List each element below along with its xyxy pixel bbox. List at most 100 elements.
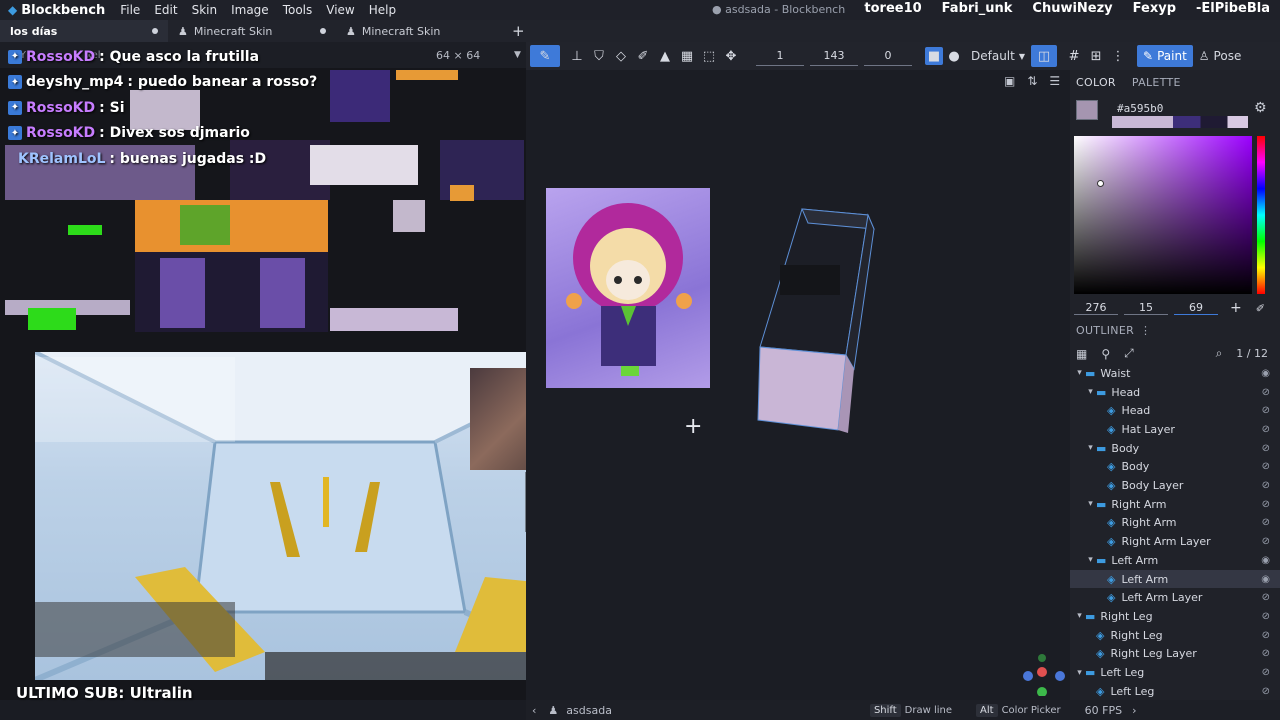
- color-saturation-picker[interactable]: [1074, 136, 1252, 294]
- eraser-tool-button[interactable]: ◇: [610, 45, 632, 67]
- recent-colors[interactable]: [1112, 116, 1248, 128]
- outliner-group-row[interactable]: ▾ ▬ Left Leg ⊘: [1070, 663, 1280, 682]
- expand-arrow-icon[interactable]: ▾: [1074, 368, 1085, 378]
- outliner-group-row[interactable]: ▾ ▬ Right Leg ⊘: [1070, 607, 1280, 626]
- saturation-input[interactable]: 15: [1124, 301, 1168, 315]
- hue-input[interactable]: 276: [1074, 301, 1118, 315]
- grid-button[interactable]: #: [1063, 45, 1085, 67]
- chevron-down-icon[interactable]: ▼: [514, 50, 521, 60]
- outliner-cube-row[interactable]: ◈ Right Leg Layer ⊘: [1070, 645, 1280, 664]
- visibility-eye-icon[interactable]: ◉: [1261, 574, 1270, 585]
- add-color-plus-icon[interactable]: +: [1230, 300, 1242, 316]
- outliner-cube-row[interactable]: ◈ Hat Layer ⊘: [1070, 420, 1280, 439]
- round-brush-button[interactable]: ●: [943, 45, 965, 67]
- shape-tool-button[interactable]: ▲: [654, 45, 676, 67]
- visibility-eye-icon[interactable]: ⊘: [1262, 405, 1270, 416]
- selection-tool-button[interactable]: ⬚: [698, 45, 720, 67]
- fill-tool-button[interactable]: ⛉: [588, 45, 610, 67]
- expand-arrow-icon[interactable]: ▾: [1085, 499, 1096, 509]
- outliner-group-row[interactable]: ▾ ▬ Waist ◉: [1070, 364, 1280, 383]
- sort-icon[interactable]: ⇅: [1027, 74, 1037, 88]
- axis-gizmo-icon[interactable]: [1020, 650, 1066, 696]
- menu-skin[interactable]: Skin: [185, 3, 225, 17]
- visibility-eye-icon[interactable]: ⊘: [1262, 461, 1270, 472]
- visibility-eye-icon[interactable]: ⊘: [1262, 499, 1270, 510]
- stamp-tool-button[interactable]: ⊥: [566, 45, 588, 67]
- chevron-right-icon[interactable]: ›: [1132, 704, 1136, 717]
- outliner-group-row[interactable]: ▾ ▬ Left Arm ◉: [1070, 551, 1280, 570]
- outliner-cube-row[interactable]: ◈ Left Arm ◉: [1070, 569, 1280, 589]
- visibility-eye-icon[interactable]: ⊘: [1262, 592, 1270, 603]
- tab-palette[interactable]: PALETTE: [1132, 76, 1181, 89]
- color-hex-value[interactable]: #a595b0: [1117, 102, 1163, 115]
- menu-edit[interactable]: Edit: [147, 3, 184, 17]
- menu-file[interactable]: File: [113, 3, 147, 17]
- tab-project-2[interactable]: ♟ Minecraft Skin: [168, 20, 336, 42]
- visibility-eye-icon[interactable]: ◉: [1261, 555, 1270, 566]
- current-color-swatch[interactable]: [1076, 100, 1098, 120]
- outliner-group-row[interactable]: ▾ ▬ Body ⊘: [1070, 439, 1280, 458]
- visibility-eye-icon[interactable]: ⊘: [1262, 480, 1270, 491]
- filter-icon[interactable]: ⚲: [1101, 347, 1110, 361]
- expand-arrow-icon[interactable]: ▾: [1085, 443, 1096, 453]
- outliner-cube-row[interactable]: ◈ Right Leg ⊘: [1070, 626, 1280, 645]
- more-options-button[interactable]: ⋮: [1107, 45, 1129, 67]
- visibility-eye-icon[interactable]: ⊘: [1262, 648, 1270, 659]
- outliner-group-row[interactable]: ▾ ▬ Head ⊘: [1070, 383, 1280, 402]
- outliner-cube-row[interactable]: ◈ Right Arm ⊘: [1070, 514, 1280, 533]
- paint-mode-button[interactable]: ✎ Paint: [1137, 45, 1193, 67]
- outliner-cube-row[interactable]: ◈ Right Arm Layer ⊘: [1070, 532, 1280, 551]
- more-icon[interactable]: ⋮: [1140, 324, 1151, 337]
- visibility-eye-icon[interactable]: ◉: [1261, 368, 1270, 379]
- visibility-eye-icon[interactable]: ⊘: [1262, 536, 1270, 547]
- tab-project-1[interactable]: los días: [0, 20, 168, 42]
- layout-button[interactable]: ⊞: [1085, 45, 1107, 67]
- screenshot-icon[interactable]: ▣: [1004, 74, 1015, 88]
- visibility-eye-icon[interactable]: ⊘: [1262, 667, 1270, 678]
- outliner-cube-row[interactable]: ◈ Body ⊘: [1070, 458, 1280, 477]
- tab-project-3[interactable]: ♟ Minecraft Skin: [336, 20, 504, 42]
- outliner-group-row[interactable]: ▾ ▬ Right Arm ⊘: [1070, 495, 1280, 514]
- visibility-eye-icon[interactable]: ⊘: [1262, 387, 1270, 398]
- expand-icon[interactable]: ⤢: [1124, 346, 1134, 361]
- brush-tool-button[interactable]: ✎: [530, 45, 560, 67]
- chevron-left-icon[interactable]: ‹: [532, 704, 536, 717]
- eyedropper-icon[interactable]: ✐: [1256, 302, 1265, 315]
- eyedropper-tool-button[interactable]: ✐: [632, 45, 654, 67]
- selected-left-arm-cube[interactable]: [750, 205, 880, 435]
- tab-color[interactable]: COLOR: [1076, 76, 1116, 89]
- outliner-cube-row[interactable]: ◈ Body Layer ⊘: [1070, 476, 1280, 495]
- expand-arrow-icon[interactable]: ▾: [1074, 668, 1085, 678]
- brush-size-input[interactable]: 1: [756, 46, 804, 66]
- outliner-cube-row[interactable]: ◈ Left Arm Layer ⊘: [1070, 588, 1280, 607]
- menu-image[interactable]: Image: [224, 3, 276, 17]
- outliner-cube-row[interactable]: ◈ Head ⊘: [1070, 401, 1280, 420]
- mirror-button[interactable]: ◫: [1031, 45, 1058, 67]
- hue-slider[interactable]: [1257, 136, 1265, 294]
- gradient-tool-button[interactable]: ▦: [676, 45, 698, 67]
- visibility-eye-icon[interactable]: ⊘: [1262, 424, 1270, 435]
- settings-gear-icon[interactable]: ⚙: [1254, 100, 1267, 116]
- visibility-eye-icon[interactable]: ⊘: [1262, 443, 1270, 454]
- outliner-cube-row[interactable]: ◈ Left Leg ⊘: [1070, 682, 1280, 701]
- value-input[interactable]: 69: [1174, 301, 1218, 315]
- move-tool-button[interactable]: ✥: [720, 45, 742, 67]
- visibility-eye-icon[interactable]: ⊘: [1262, 611, 1270, 622]
- visibility-eye-icon[interactable]: ⊘: [1262, 630, 1270, 641]
- add-group-icon[interactable]: ▦: [1076, 347, 1087, 361]
- new-tab-plus-icon[interactable]: +: [504, 22, 533, 40]
- visibility-eye-icon[interactable]: ⊘: [1262, 517, 1270, 528]
- brush-opacity-input[interactable]: 143: [810, 46, 858, 66]
- menu-tools[interactable]: Tools: [276, 3, 320, 17]
- reference-image[interactable]: [546, 188, 710, 388]
- pose-mode-button[interactable]: ♙ Pose: [1193, 45, 1248, 67]
- square-brush-button[interactable]: ■: [925, 47, 943, 65]
- menu-help[interactable]: Help: [362, 3, 403, 17]
- color-picker-handle[interactable]: [1097, 180, 1104, 187]
- expand-arrow-icon[interactable]: ▾: [1085, 555, 1096, 565]
- visibility-eye-icon[interactable]: ⊘: [1262, 686, 1270, 697]
- expand-arrow-icon[interactable]: ▾: [1074, 611, 1085, 621]
- menu-view[interactable]: View: [319, 3, 361, 17]
- blend-mode-select[interactable]: Default ▼: [965, 45, 1031, 67]
- search-icon[interactable]: ⌕: [1216, 346, 1223, 361]
